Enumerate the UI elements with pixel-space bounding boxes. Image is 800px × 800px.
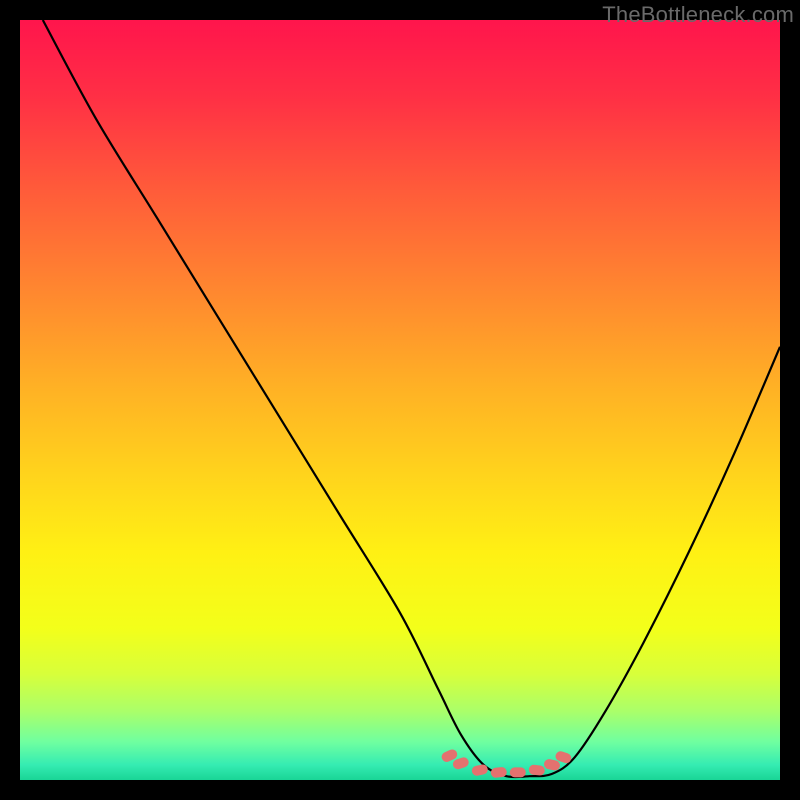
- watermark-text: TheBottleneck.com: [602, 2, 794, 28]
- bottleneck-chart: [20, 20, 780, 780]
- gradient-background: [20, 20, 780, 780]
- chart-frame: [20, 20, 780, 780]
- marker-dot: [510, 767, 526, 777]
